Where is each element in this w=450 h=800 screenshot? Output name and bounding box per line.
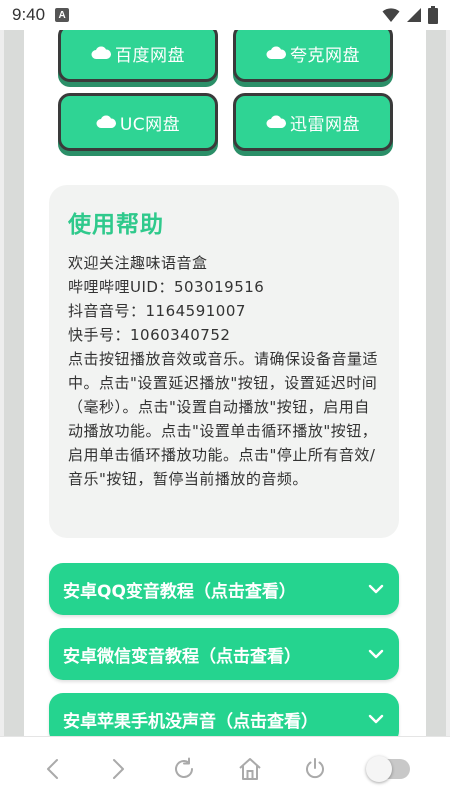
home-icon — [239, 757, 261, 780]
notification-icon: A — [55, 8, 70, 22]
disk-button-label: 夸克网盘 — [290, 45, 360, 66]
chevron-down-icon — [368, 714, 384, 724]
uc-disk-button[interactable]: UC网盘 — [58, 93, 218, 151]
help-douyin-id: 抖音音号：1164591007 — [68, 302, 246, 320]
help-welcome-line: 欢迎关注趣味语音盒 — [68, 254, 208, 272]
help-title: 使用帮助 — [68, 212, 164, 238]
signal-icon — [407, 8, 421, 22]
xunlei-disk-button[interactable]: 迅雷网盘 — [233, 93, 393, 151]
cloud-icon — [266, 115, 286, 128]
refresh-button[interactable] — [170, 755, 198, 783]
wifi-icon — [382, 8, 400, 22]
forward-icon — [113, 758, 125, 779]
status-bar: 9:40 A — [0, 0, 450, 30]
disk-button-label: 百度网盘 — [115, 45, 185, 66]
cloud-icon — [266, 46, 286, 59]
chevron-down-icon — [368, 649, 384, 659]
baidu-disk-button[interactable]: 百度网盘 — [58, 30, 218, 82]
browser-nav-bar — [0, 736, 450, 800]
disk-button-label: UC网盘 — [119, 114, 181, 135]
help-bilibili-uid: 哔哩哔哩UID：503019516 — [68, 278, 265, 296]
tutorial-phone-no-sound[interactable]: 安卓苹果手机没声音（点击查看） — [49, 693, 399, 736]
toggle-switch[interactable] — [366, 755, 411, 783]
page-side-strip-right — [426, 30, 446, 736]
tutorial-wechat-voice-changer[interactable]: 安卓微信变音教程（点击查看） — [49, 628, 399, 680]
disk-button-label: 迅雷网盘 — [290, 114, 360, 135]
main-content[interactable]: 百度网盘 夸克网盘 UC网盘 迅雷网盘 使用帮助 欢迎关注趣味语音盒 哔哩哔哩U… — [24, 30, 426, 736]
tutorial-label: 安卓QQ变音教程（点击查看） — [63, 581, 296, 602]
page-side-strip-left — [4, 30, 24, 736]
forward-button[interactable] — [104, 755, 132, 783]
tutorial-qq-voice-changer[interactable]: 安卓QQ变音教程（点击查看） — [49, 563, 399, 615]
toggle-track — [366, 755, 411, 782]
home-button[interactable] — [236, 755, 264, 783]
clock: 9:40 — [12, 5, 46, 24]
back-icon — [46, 758, 58, 779]
quark-disk-button[interactable]: 夸克网盘 — [233, 30, 393, 82]
chevron-down-icon — [368, 584, 384, 594]
battery-icon — [428, 6, 438, 24]
cloud-icon — [91, 46, 111, 59]
help-card: 使用帮助 欢迎关注趣味语音盒 哔哩哔哩UID：503019516 抖音音号：11… — [49, 185, 399, 538]
power-button[interactable] — [301, 755, 329, 783]
toggle-knob — [366, 755, 393, 782]
power-icon — [306, 757, 325, 778]
tutorial-label: 安卓微信变音教程（点击查看） — [63, 646, 301, 667]
help-instructions: 点击按钮播放音效或音乐。请确保设备音量适中。点击"设置延迟播放"按钮，设置延迟时… — [68, 350, 379, 488]
tutorial-label: 安卓苹果手机没声音（点击查看） — [63, 711, 318, 732]
help-kuaishou-id: 快手号：1060340752 — [68, 326, 231, 344]
refresh-icon — [175, 757, 194, 778]
back-button[interactable] — [39, 755, 67, 783]
cloud-icon — [96, 115, 116, 128]
